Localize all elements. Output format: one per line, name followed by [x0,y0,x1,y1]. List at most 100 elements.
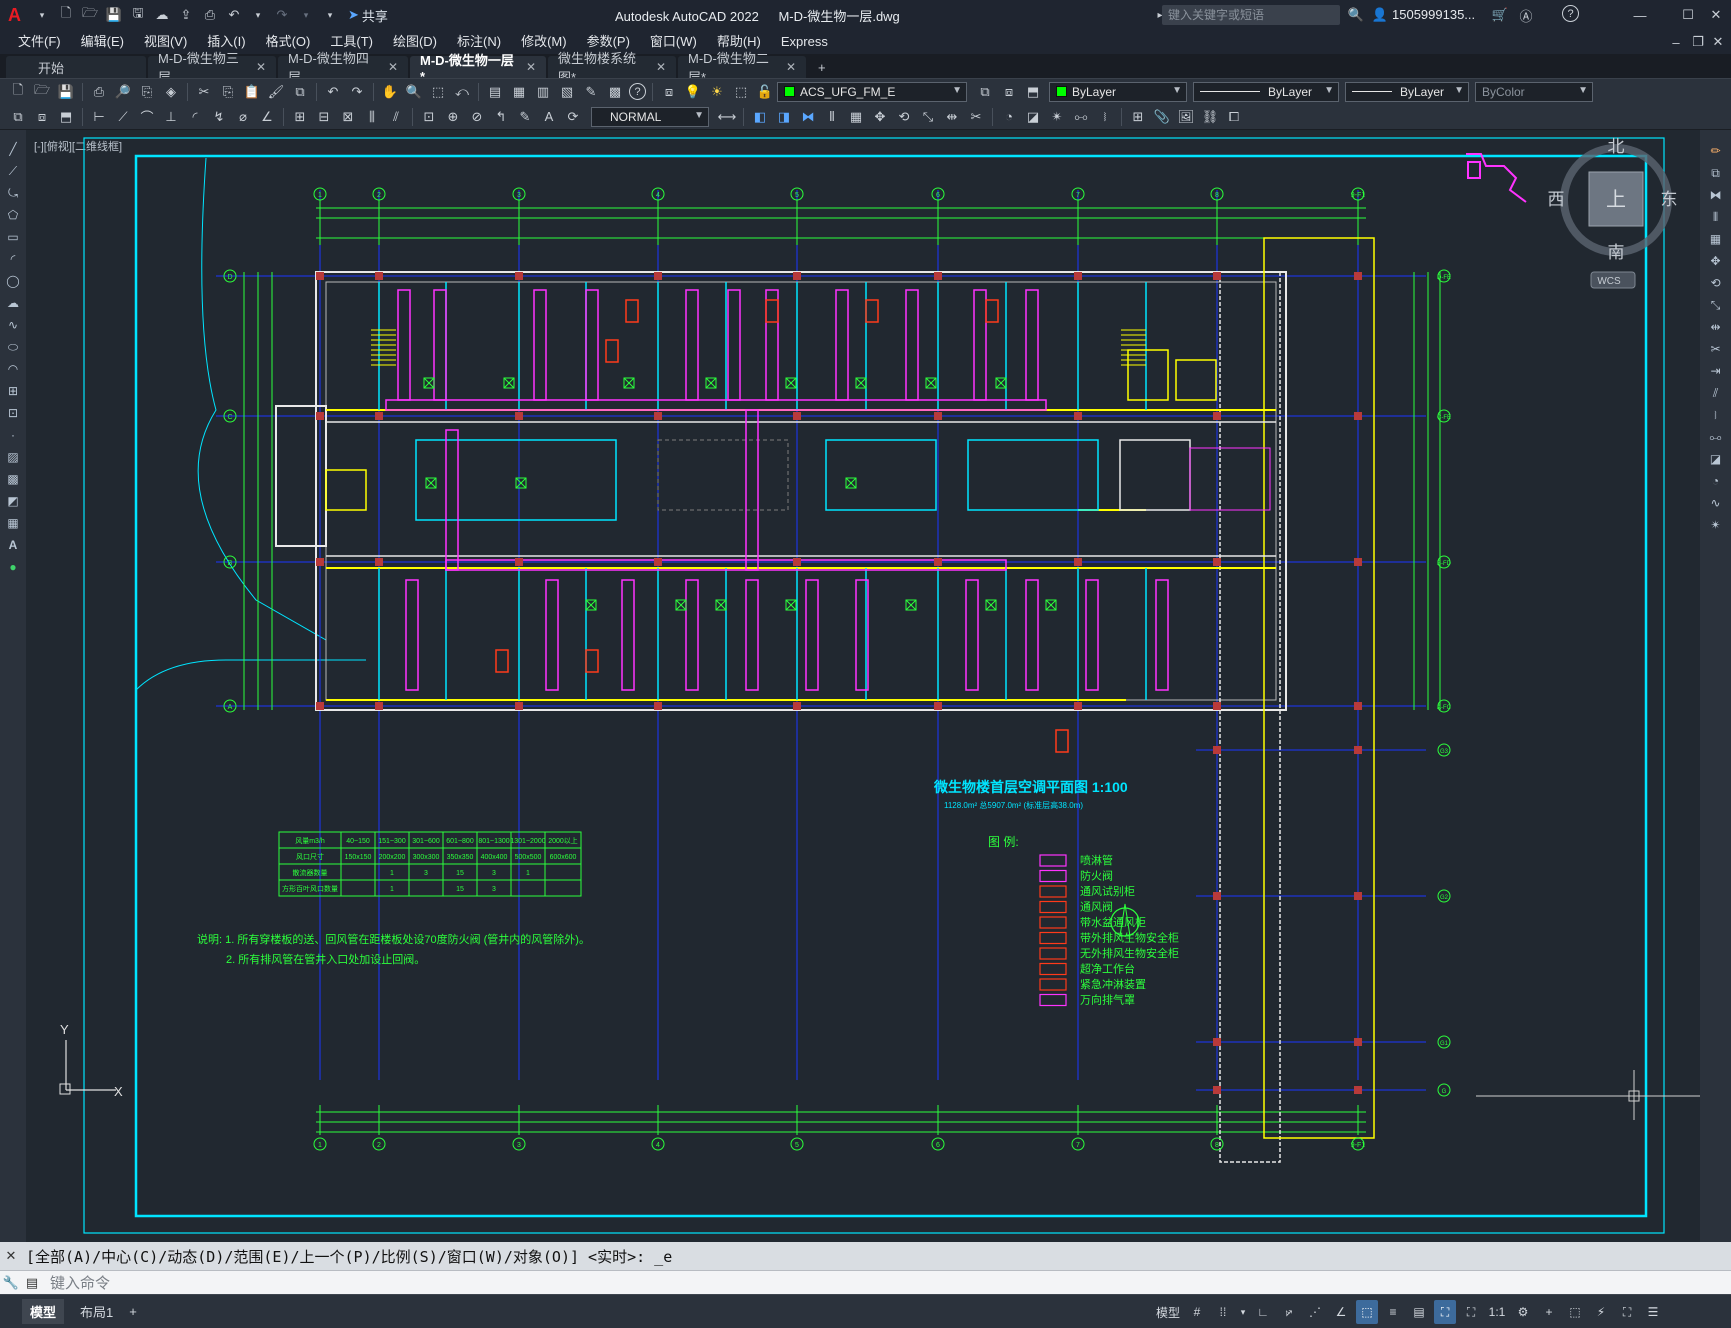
table-icon[interactable]: ▦ [2,513,24,533]
share-button[interactable]: ➤ 共享 [348,6,388,25]
explode-icon[interactable]: ✴ [1047,107,1067,127]
save-as-icon[interactable]: 🖫 [128,5,148,25]
scale-icon[interactable]: ⤡ [1704,295,1728,315]
isodraft-icon[interactable]: ⋰ [1304,1300,1326,1324]
customize-wrench-icon[interactable]: 🔧 [3,1273,19,1293]
markup-icon[interactable]: ✎ [581,82,601,102]
redo-dropdown-icon[interactable]: ▾ [296,5,316,25]
jogged-icon[interactable]: ↯ [209,107,229,127]
tab-layout1[interactable]: 布局1 [80,1302,113,1321]
zoom-previous-icon[interactable]: ⤺ [452,82,472,102]
tab-floor-1[interactable]: M-D-微生物一层* ✕ [410,53,546,84]
osnap-icon[interactable]: ⬚ [1356,1300,1379,1324]
angular-icon[interactable]: ∠ [257,107,277,127]
auto-scale-icon[interactable]: ⛶ [1460,1300,1482,1324]
dim-edit-icon[interactable]: ✎ [515,107,535,127]
tab-close-icon[interactable]: ✕ [526,60,536,74]
construction-line-icon[interactable]: ⟋ [2,161,24,181]
trim-icon[interactable]: ✂ [1704,339,1728,359]
quick-properties-icon[interactable]: ⚡ [1590,1300,1612,1324]
tab-close-icon[interactable]: ✕ [256,60,266,74]
array-icon[interactable]: ▦ [846,107,866,127]
cart-icon[interactable]: 🛒 [1490,5,1510,25]
fillet-icon[interactable]: ◔ [999,107,1019,127]
model-space-label[interactable]: 模型 [1154,1300,1182,1324]
dim-text-edit-icon[interactable]: A [539,107,559,127]
join-icon[interactable]: ⧟ [1071,107,1091,127]
pan-icon[interactable]: ✋ [380,82,400,102]
ordinate-icon[interactable]: ⊥ [161,107,181,127]
open-icon[interactable]: 🗁 [32,82,52,102]
scale-icon[interactable]: ⤡ [918,107,938,127]
radius-icon[interactable]: ◜ [185,107,205,127]
chamfer-icon[interactable]: ◪ [1023,107,1043,127]
autodesk-a360-icon[interactable]: Ⓐ [1516,5,1536,25]
lineweight-icon[interactable]: ≡ [1382,1300,1404,1324]
polar-icon[interactable]: ⦬ [1278,1300,1300,1324]
help-icon[interactable]: ? [1562,5,1579,22]
menu-edit[interactable]: 编辑(E) [71,30,134,54]
offset-icon[interactable]: ⫴ [822,107,842,127]
stretch-icon[interactable]: ⇹ [1704,317,1728,337]
revision-cloud-icon[interactable]: ☁ [2,293,24,313]
redo-icon[interactable]: ↷ [272,5,292,25]
circle-icon[interactable]: ◯ [2,271,24,291]
customize-icon[interactable]: ☰ [1642,1300,1664,1324]
plot-preview-icon[interactable]: 🔎 [113,82,133,102]
layer-properties-icon[interactable]: ⧈ [659,82,679,102]
tolerance-icon[interactable]: ⊡ [419,107,439,127]
mirror-icon[interactable]: ⧓ [798,107,818,127]
raster-icon[interactable]: 🖼 [1176,107,1196,127]
plotstyle-dropdown[interactable]: ByColor ▼ [1475,81,1593,102]
app-menu-chevron-icon[interactable]: ▾ [32,5,52,25]
command-input[interactable]: 键入命令 [50,1272,110,1293]
settings-gear-icon[interactable]: ⚙ [1512,1300,1534,1324]
layer-match-icon[interactable]: ⬒ [1023,82,1043,102]
rectangle-icon[interactable]: ▭ [2,227,24,247]
arc-length-icon[interactable]: ⌒ [137,107,157,127]
tab-model[interactable]: 模型 [22,1299,65,1324]
blend-icon[interactable]: ∿ [1704,493,1728,513]
copy-icon[interactable]: ⎘ [218,82,238,102]
new-file-icon[interactable]: 🗋 [56,5,76,25]
break-icon[interactable]: ⫽ [1704,383,1728,403]
cut-icon[interactable]: ✂ [194,82,214,102]
doc-restore-icon[interactable]: ❐ [1688,32,1708,52]
ortho-icon[interactable]: ∟ [1252,1300,1274,1324]
linear-dimension-icon[interactable]: ⊢ [89,107,109,127]
clip-icon[interactable]: ⧠ [1224,107,1244,127]
menu-express[interactable]: Express [771,30,838,54]
layer-on-icon[interactable]: 💡 [683,82,703,102]
polygon-icon[interactable]: ⬠ [2,205,24,225]
tab-floor-3[interactable]: M-D-微生物三层✕ [148,51,276,85]
open-web-icon[interactable]: ☁ [152,5,172,25]
layer-isolate-icon[interactable]: ⬒ [56,107,76,127]
sheet-set-icon[interactable]: ▧ [557,82,577,102]
tab-floor-2[interactable]: M-D-微生物二层*✕ [678,51,806,85]
save-icon[interactable]: 💾 [56,82,76,102]
space-icon[interactable]: ⫼ [362,107,382,127]
match-properties-icon[interactable]: 🖌 [266,82,286,102]
new-icon[interactable]: 🗋 [8,82,28,102]
copy-object-icon[interactable]: ◨ [774,107,794,127]
layer-dropdown[interactable]: ACS_UFG_FM_E ▼ [777,81,967,102]
layer-lock-icon[interactable]: 🔓 [755,82,775,102]
viewcube-north-label[interactable]: 北 [1608,137,1625,156]
layer-previous-icon[interactable]: ⧈ [999,82,1019,102]
recent-commands-icon[interactable]: ▤ [22,1273,42,1293]
break-at-point-icon[interactable]: ⧘ [1095,107,1115,127]
viewcube-east-label[interactable]: 东 [1661,190,1678,209]
model-viewport[interactable]: [-][俯视][二维线框] 1 1 2 2 3 3 4 4 5 5 6 6 7 7 8 8 9-F1 9-F1 D C… [26,130,1700,1242]
explode-icon[interactable]: ✴ [1704,515,1728,535]
continue-icon[interactable]: ⊠ [338,107,358,127]
redo-icon[interactable]: ↷ [347,82,367,102]
mirror-icon[interactable]: ⧓ [1704,185,1728,205]
quick-dimension-icon[interactable]: ⊞ [290,107,310,127]
customize-qat-icon[interactable]: ▾ [320,5,340,25]
undo-icon[interactable]: ↶ [224,5,244,25]
units-icon[interactable]: ⬚ [1564,1300,1586,1324]
close-window-icon[interactable]: ✕ [1706,5,1726,25]
save-web-icon[interactable]: ⇪ [176,5,196,25]
dim-update-icon[interactable]: ⟳ [563,107,583,127]
new-tab-button[interactable]: + [808,56,838,78]
